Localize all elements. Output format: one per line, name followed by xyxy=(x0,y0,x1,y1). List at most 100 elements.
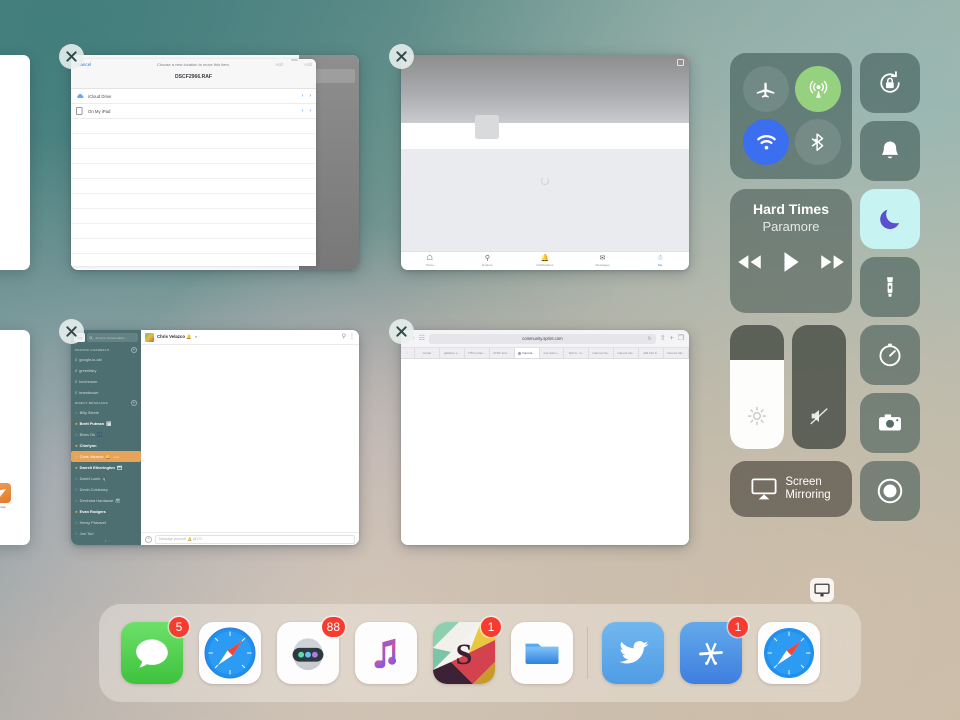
twitter-app[interactable] xyxy=(602,622,664,684)
volume-slider[interactable] xyxy=(792,325,846,449)
tab-notifications[interactable]: 🔔 Notifications xyxy=(516,255,574,268)
search-icon[interactable]: ⚲ xyxy=(342,334,346,340)
safari-app[interactable] xyxy=(199,622,261,684)
list-item[interactable]: ● Cherlynn xyxy=(71,440,141,451)
tab-item[interactable]: 404 Not F... xyxy=(639,348,665,358)
tab-item[interactable]: Sprint - C... xyxy=(564,348,590,358)
add-dm-icon[interactable]: + xyxy=(131,400,137,406)
folder-icon xyxy=(525,643,559,664)
share-icon[interactable]: ⇧ xyxy=(660,335,666,342)
tab-item-active[interactable]: Cannot... xyxy=(514,348,540,358)
message-input[interactable]: Message yourself 🔔 @173 xyxy=(155,534,355,544)
tab-explore[interactable]: ⚲ Explore xyxy=(459,255,517,268)
list-item[interactable]: ● Evan Rodgers xyxy=(71,506,141,517)
safari-recent-app[interactable] xyxy=(758,622,820,684)
dock-slot-overcast: 88 xyxy=(269,617,347,684)
add-button-left[interactable]: Add xyxy=(275,62,283,67)
files-app[interactable] xyxy=(511,622,573,684)
jump-placeholder: Jump to conversation... xyxy=(95,335,127,340)
music-app[interactable] xyxy=(355,622,417,684)
dock-divider xyxy=(587,627,588,679)
location-label: iCloud Drive xyxy=(88,93,112,99)
list-item[interactable]: ○ David Lumb 🐧 xyxy=(71,473,141,484)
tab-item[interactable]: Cannot Op... xyxy=(664,348,689,358)
list-item-selected[interactable]: ○ Chris Velazco 🔔 new xyxy=(71,451,141,462)
list-item[interactable]: ● Darrell Etherington 🗂 xyxy=(71,462,141,473)
dock-slot-safari xyxy=(191,622,269,684)
list-item[interactable]: ○ Devin Coldewey xyxy=(71,484,141,495)
list-item[interactable]: ○ Billy Steele xyxy=(71,407,141,418)
list-item[interactable]: ♯ lunchroom xyxy=(71,376,141,387)
tab-item[interactable]: Cannot Op... xyxy=(614,348,640,358)
edit-icon[interactable] xyxy=(677,59,684,66)
status-emoji: 🔔 xyxy=(105,454,111,459)
tab-item[interactable]: carrier xyxy=(415,348,440,358)
list-item[interactable]: ● Brett Putman 🖼 xyxy=(71,418,141,429)
app-card-files[interactable]: Cancel Choose a new location to move thi… xyxy=(71,55,359,270)
wifi-toggle[interactable] xyxy=(743,119,789,165)
tab-item[interactable]: Cannot Op... xyxy=(589,348,615,358)
close-card-slack-button[interactable] xyxy=(59,319,84,344)
tab-item[interactable]: msi and s... xyxy=(539,348,565,358)
close-card-instagram-button[interactable] xyxy=(389,44,414,69)
new-tab-button[interactable]: + xyxy=(670,335,674,342)
tab-item[interactable]: • xyxy=(401,348,415,358)
now-playing-panel[interactable]: Hard Times Paramore xyxy=(730,189,852,313)
screen-mirroring-button[interactable]: Screen Mirroring xyxy=(730,461,852,517)
presence-icon: ● xyxy=(75,421,78,426)
bookmarks-icon[interactable]: ☷ xyxy=(419,335,425,342)
airplane-mode-toggle[interactable] xyxy=(743,66,789,112)
bluetooth-toggle[interactable] xyxy=(795,119,841,165)
list-item[interactable]: ○ Henry Pickavet xyxy=(71,517,141,528)
app-card-slack[interactable]: Aol Jump to conversation... PRIVATE CHAN… xyxy=(71,330,359,545)
add-channel-icon[interactable]: + xyxy=(131,347,137,353)
flashlight-button[interactable] xyxy=(860,257,920,317)
dock-slot-app-store: 1 xyxy=(672,617,750,684)
reload-icon[interactable]: ↻ xyxy=(648,336,652,342)
list-item[interactable]: ○ Brian Oh 🎆 xyxy=(71,429,141,440)
address-bar[interactable]: community.sprint.com ↻ xyxy=(428,333,656,344)
location-row-icloud[interactable]: iCloud Drive › › xyxy=(71,89,316,104)
play-icon[interactable] xyxy=(781,250,801,274)
sheet-grabber xyxy=(291,59,298,61)
tab-item[interactable]: HTC's Fac... xyxy=(464,348,490,358)
location-row-ipad[interactable]: On My iPad › › xyxy=(71,104,316,119)
app-card-instagram[interactable]: ☖ Home ⚲ Explore 🔔 Notifications ✉ Messa… xyxy=(401,55,689,270)
close-card-files-button[interactable] xyxy=(59,44,84,69)
camera-button[interactable] xyxy=(860,393,920,453)
mute-bell-button[interactable] xyxy=(860,121,920,181)
jump-to-search[interactable]: Jump to conversation... xyxy=(87,333,138,342)
timer-button[interactable] xyxy=(860,325,920,385)
add-button-right[interactable]: Add xyxy=(304,62,312,67)
tab-item[interactable]: AT&T and ... xyxy=(489,348,515,358)
tab-me[interactable]: ☃ Me xyxy=(631,255,689,268)
tab-home[interactable]: ☖ Home xyxy=(401,255,459,268)
app-card-safari[interactable]: ‹ › ☷ community.sprint.com ↻ ⇧ + ❐ • car… xyxy=(401,330,689,545)
rotation-lock-button[interactable] xyxy=(860,53,920,113)
rewind-icon[interactable] xyxy=(736,253,763,271)
list-item[interactable]: ♯ teambrown xyxy=(71,387,141,398)
list-item[interactable]: ○ Devindra Hardawar 🗃 xyxy=(71,495,141,506)
do-not-disturb-button[interactable] xyxy=(860,189,920,249)
list-item[interactable]: ♯ greenfairy xyxy=(71,365,141,376)
sheet-navbar: Cancel Choose a new location to move thi… xyxy=(71,59,316,89)
tab-messages[interactable]: ✉ Messages xyxy=(574,255,632,268)
attach-icon[interactable]: + xyxy=(145,535,152,543)
sidebar-pager[interactable]: · ▪ · xyxy=(71,539,141,543)
list-item[interactable]: ♯ google-io-old xyxy=(71,354,141,365)
brightness-slider[interactable] xyxy=(730,325,784,449)
web-page-content xyxy=(401,359,689,545)
close-card-safari-button[interactable] xyxy=(389,319,414,344)
app-card-partial-bottom-left[interactable]: iMovie Keynote xyxy=(0,330,30,545)
fast-forward-icon[interactable] xyxy=(819,253,846,271)
tab-item[interactable]: galifone s... xyxy=(439,348,465,358)
dock-slot-files xyxy=(503,622,581,684)
keynote-caption: Keynote xyxy=(0,506,6,509)
tabs-icon[interactable]: ❐ xyxy=(678,335,684,342)
screen-record-button[interactable] xyxy=(860,461,920,521)
app-card-partial-top-left[interactable] xyxy=(0,55,30,270)
more-icon[interactable]: ⋮ xyxy=(349,334,355,340)
cellular-data-toggle[interactable] xyxy=(795,66,841,112)
list-item[interactable]: ○ Jon Turi xyxy=(71,528,141,539)
dm-label: Devindra Hardawar xyxy=(79,498,114,503)
